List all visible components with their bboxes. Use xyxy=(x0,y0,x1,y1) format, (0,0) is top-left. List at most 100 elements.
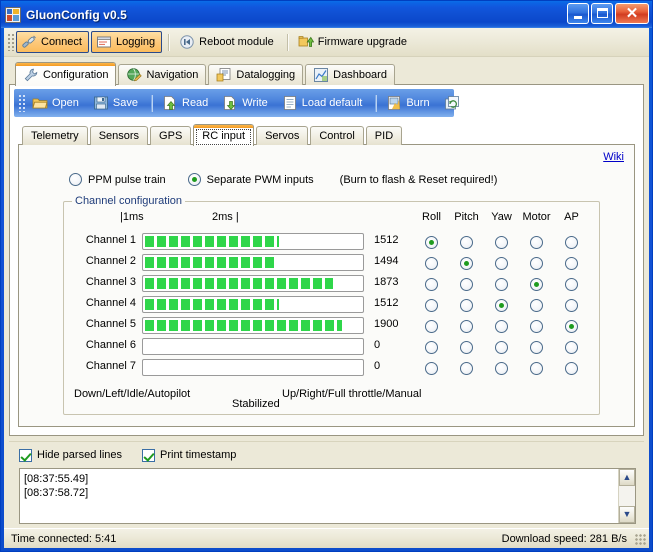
load-default-button[interactable]: Load default xyxy=(277,92,370,114)
burn-button[interactable]: Burn xyxy=(381,92,436,114)
log-textarea[interactable]: [08:37:55.49] [08:37:58.72] ▲ ▼ xyxy=(19,468,636,524)
radio-channel-4-roll[interactable] xyxy=(425,298,438,312)
save-button[interactable]: Save xyxy=(88,92,145,114)
toolbar-grip[interactable] xyxy=(7,33,14,51)
burn-reset-note: (Burn to flash & Reset required!) xyxy=(339,173,498,186)
radio-cell xyxy=(414,298,449,312)
save-label: Save xyxy=(112,97,138,109)
tab-pid[interactable]: PID xyxy=(365,126,403,145)
channel-row: Channel 5 1900 xyxy=(64,316,599,336)
tab-servos[interactable]: Servos xyxy=(256,126,309,145)
logging-button[interactable]: Logging xyxy=(90,31,163,53)
radio-channel-2-ap[interactable] xyxy=(565,256,578,270)
toolbar-separator-2 xyxy=(286,33,289,51)
radio-channel-2-roll[interactable] xyxy=(425,256,438,270)
radio-cell xyxy=(519,319,554,333)
rc-input-panel: Wiki PPM pulse train Separate PWM inputs… xyxy=(18,144,635,427)
radio-channel-1-motor[interactable] xyxy=(530,235,543,249)
radio-channel-1-pitch[interactable] xyxy=(460,235,473,249)
radio-channel-2-pitch[interactable] xyxy=(460,256,473,270)
radio-channel-4-pitch[interactable] xyxy=(460,298,473,312)
wiki-link[interactable]: Wiki xyxy=(603,151,624,163)
tab-servos-label: Servos xyxy=(265,130,300,142)
hide-parsed-lines-checkbox[interactable] xyxy=(19,448,32,462)
tab-pid-label: PID xyxy=(374,130,394,142)
radio-channel-7-motor[interactable] xyxy=(530,361,543,375)
channel-row: Channel 4 1512 xyxy=(64,295,599,315)
radio-channel-5-pitch[interactable] xyxy=(460,319,473,333)
print-timestamp-checkbox[interactable] xyxy=(142,448,155,462)
radio-channel-6-roll[interactable] xyxy=(425,340,438,354)
radio-channel-4-ap[interactable] xyxy=(565,298,578,312)
radio-channel-6-motor[interactable] xyxy=(530,340,543,354)
dashboard-icon xyxy=(313,67,329,83)
radio-channel-7-yaw[interactable] xyxy=(495,361,508,375)
radio-channel-3-motor[interactable] xyxy=(530,277,543,291)
radio-cell xyxy=(554,319,589,333)
tab-control[interactable]: Control xyxy=(310,126,364,145)
radio-channel-5-roll[interactable] xyxy=(425,319,438,333)
radio-channel-6-yaw[interactable] xyxy=(495,340,508,354)
radio-channel-1-ap[interactable] xyxy=(565,235,578,249)
toolbar-separator xyxy=(168,33,171,51)
radio-channel-3-roll[interactable] xyxy=(425,277,438,291)
radio-cell xyxy=(449,298,484,312)
reboot-module-button[interactable]: Reboot module xyxy=(174,31,281,53)
scroll-down-button[interactable]: ▼ xyxy=(619,506,635,523)
channel-function-radios xyxy=(414,316,589,336)
radio-ppm-pulse-train[interactable] xyxy=(69,173,82,186)
tab-navigation[interactable]: Navigation xyxy=(118,64,207,85)
radio-channel-3-pitch[interactable] xyxy=(460,277,473,291)
radio-channel-3-ap[interactable] xyxy=(565,277,578,291)
tab-configuration[interactable]: Configuration xyxy=(15,62,117,86)
radio-separate-pwm-inputs-label: Separate PWM inputs xyxy=(206,173,314,186)
main-toolbar: Connect Logging Reboot module Firmware u… xyxy=(4,28,649,57)
tab-telemetry-label: Telemetry xyxy=(31,130,79,142)
log-scrollbar[interactable]: ▲ ▼ xyxy=(618,469,635,523)
log-panel: Hide parsed lines Print timestamp [08:37… xyxy=(9,441,644,524)
channel-progress-fill xyxy=(145,257,277,268)
connect-label: Connect xyxy=(41,36,82,48)
tab-datalogging[interactable]: Datalogging xyxy=(208,64,304,85)
radio-channel-2-motor[interactable] xyxy=(530,256,543,270)
tab-sensors[interactable]: Sensors xyxy=(89,126,149,145)
radio-channel-6-pitch[interactable] xyxy=(460,340,473,354)
radio-channel-6-ap[interactable] xyxy=(565,340,578,354)
tab-rc-input[interactable]: RC input xyxy=(193,124,255,146)
radio-channel-7-roll[interactable] xyxy=(425,361,438,375)
radio-cell xyxy=(484,256,519,270)
log-options: Hide parsed lines Print timestamp xyxy=(9,446,644,464)
maximize-button[interactable] xyxy=(591,3,613,24)
radio-channel-1-yaw[interactable] xyxy=(495,235,508,249)
radio-channel-7-ap[interactable] xyxy=(565,361,578,375)
firmware-upgrade-button[interactable]: Firmware upgrade xyxy=(293,31,414,53)
tab-dashboard-label: Dashboard xyxy=(333,69,387,81)
write-button[interactable]: Write xyxy=(217,92,274,114)
radio-channel-5-motor[interactable] xyxy=(530,319,543,333)
connect-button[interactable]: Connect xyxy=(16,31,89,53)
radio-channel-5-ap[interactable] xyxy=(565,319,578,333)
read-button[interactable]: Read xyxy=(157,92,215,114)
radio-channel-3-yaw[interactable] xyxy=(495,277,508,291)
column-header-motor: Motor xyxy=(522,211,551,223)
reload-button[interactable]: Reload xyxy=(439,92,506,114)
tab-dashboard[interactable]: Dashboard xyxy=(305,64,395,85)
resize-grip-icon[interactable] xyxy=(635,534,647,546)
radio-channel-1-roll[interactable] xyxy=(425,235,438,249)
open-button[interactable]: Open xyxy=(27,92,86,114)
radio-channel-2-yaw[interactable] xyxy=(495,256,508,270)
close-button[interactable]: ✕ xyxy=(615,3,649,24)
config-toolbar-grip[interactable] xyxy=(18,94,25,112)
radio-channel-4-motor[interactable] xyxy=(530,298,543,312)
tab-gps-label: GPS xyxy=(159,130,183,142)
tab-gps[interactable]: GPS xyxy=(150,126,192,145)
radio-channel-7-pitch[interactable] xyxy=(460,361,473,375)
scroll-up-button[interactable]: ▲ xyxy=(619,469,635,486)
radio-channel-5-yaw[interactable] xyxy=(495,319,508,333)
radio-channel-4-yaw[interactable] xyxy=(495,298,508,312)
radio-cell xyxy=(519,235,554,249)
radio-separate-pwm-inputs[interactable] xyxy=(187,173,201,186)
tab-telemetry[interactable]: Telemetry xyxy=(22,126,88,145)
minimize-button[interactable] xyxy=(567,3,589,24)
tab-configuration-label: Configuration xyxy=(43,68,109,81)
